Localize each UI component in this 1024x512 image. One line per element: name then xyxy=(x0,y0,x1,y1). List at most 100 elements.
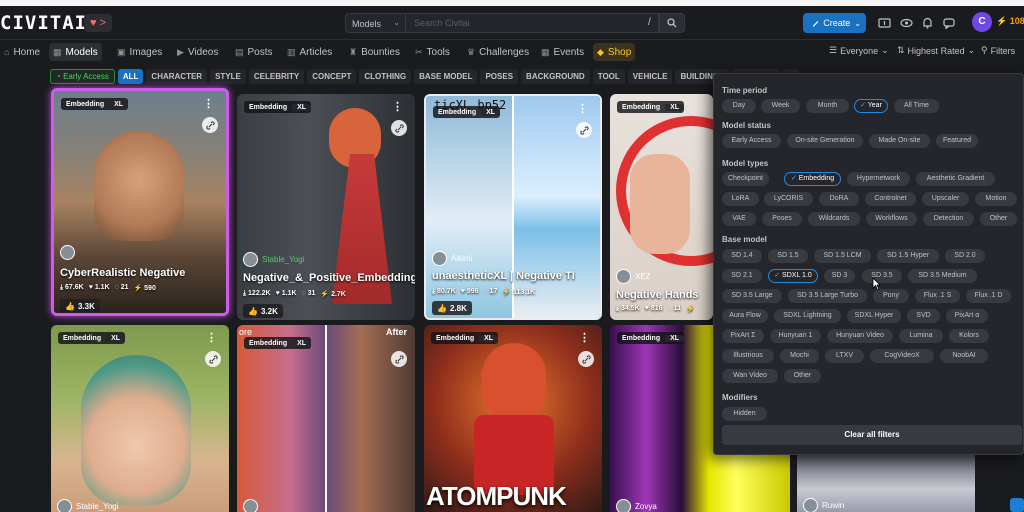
nav-events[interactable]: ▦ Events xyxy=(537,43,588,61)
nav-tools[interactable]: ✂ Tools xyxy=(411,43,454,61)
nav-home[interactable]: ⌂ Home xyxy=(0,43,44,61)
creator-tag[interactable]: Stable_Yogi xyxy=(57,499,118,512)
model-card[interactable]: Embedding XL ⋮ Stable_Yogi Negative_&_Pos… xyxy=(237,94,415,320)
thumbs-up-count[interactable]: 👍 3.2K xyxy=(243,304,283,318)
model-card[interactable]: Embedding XL ⋮ Stable_Yogi xyxy=(51,325,229,512)
filter-base-illustrious[interactable]: Illustrious xyxy=(722,349,774,363)
filter-time-all[interactable]: All Time xyxy=(894,99,939,113)
chip-tool[interactable]: TOOL xyxy=(592,69,625,84)
filters-button[interactable]: ⚲ Filters xyxy=(981,45,1015,56)
creator-tag[interactable]: XEZ xyxy=(616,269,651,284)
filter-base-sdxl-lightning[interactable]: SDXL Lightning xyxy=(774,309,841,323)
chip-vehicle[interactable]: VEHICLE xyxy=(627,69,673,84)
filter-type-lora[interactable]: LoRA xyxy=(722,192,759,206)
link-icon[interactable] xyxy=(391,120,407,136)
nav-articles[interactable]: ▥ Articles xyxy=(283,43,336,61)
search-input[interactable] xyxy=(406,13,659,33)
filter-time-week[interactable]: Week xyxy=(761,99,800,113)
create-button[interactable]: Create ⌄ xyxy=(803,13,866,33)
filter-status-early-access[interactable]: Early Access xyxy=(722,134,781,148)
model-card[interactable]: Ruwin xyxy=(797,446,975,512)
thumbs-up-count[interactable]: 👍 2.8K xyxy=(432,301,472,315)
filter-base-sd21[interactable]: SD 2.1 xyxy=(722,269,762,283)
filter-type-upscaler[interactable]: Upscaler xyxy=(922,192,969,206)
filter-type-poses[interactable]: Poses xyxy=(762,212,802,226)
chip-concept[interactable]: CONCEPT xyxy=(307,69,357,84)
filter-base-sdxl10[interactable]: SDXL 1.0 xyxy=(768,269,818,283)
more-menu-icon[interactable]: ⋮ xyxy=(203,97,214,110)
filter-type-detection[interactable]: Detection xyxy=(923,212,974,226)
chip-celebrity[interactable]: CELEBRITY xyxy=(248,69,305,84)
upload-icon[interactable] xyxy=(876,15,892,31)
model-card[interactable]: ticXL_bp52 Embedding XL ⋮ Aikimi unaesthe… xyxy=(424,94,602,320)
chip-early-access[interactable]: ◔ Early Access xyxy=(50,69,115,84)
filter-base-sd15[interactable]: SD 1.5 xyxy=(768,249,808,263)
filter-type-checkpoint[interactable]: Checkpoint xyxy=(722,172,769,186)
creator-tag[interactable] xyxy=(60,245,75,260)
filter-base-sd20[interactable]: SD 2.0 xyxy=(945,249,985,263)
more-menu-icon[interactable]: ⋮ xyxy=(577,102,588,115)
filter-base-flux1d[interactable]: Flux .1 D xyxy=(966,289,1011,303)
nav-posts[interactable]: ▤ Posts xyxy=(231,43,277,61)
filter-base-pixart-sigma[interactable]: PixArt Σ xyxy=(722,329,764,343)
filter-base-pony[interactable]: Pony xyxy=(873,289,909,303)
filter-status-onsite-generation[interactable]: On-site Generation xyxy=(787,134,863,148)
filter-base-aura-flow[interactable]: Aura Flow xyxy=(722,309,768,323)
nav-videos[interactable]: ▶ Videos xyxy=(173,43,222,61)
chip-clothing[interactable]: CLOTHING xyxy=(359,69,412,84)
chat-icon[interactable] xyxy=(941,15,957,31)
filter-base-mochi[interactable]: Mochi xyxy=(780,349,819,363)
filter-base-lumina[interactable]: Lumina xyxy=(899,329,943,343)
model-card[interactable]: Embedding XL ⋮ CyberRealistic Negative ⤓ … xyxy=(51,88,229,316)
filter-base-hunyuan1[interactable]: Hunyuan 1 xyxy=(770,329,821,343)
nav-images[interactable]: ▣ Images xyxy=(113,43,166,61)
filter-type-aesthetic-gradient[interactable]: Aesthetic Gradient xyxy=(916,172,995,186)
filter-base-sd35-large-turbo[interactable]: SD 3.5 Large Turbo xyxy=(788,289,867,303)
filter-base-hunyuan-video[interactable]: Hunyuan Video xyxy=(827,329,893,343)
link-icon[interactable] xyxy=(205,351,221,367)
filter-type-lycoris[interactable]: LyCORIS xyxy=(764,192,813,206)
support-heart-badge[interactable]: ♥ > xyxy=(84,14,112,32)
user-avatar[interactable]: C xyxy=(972,12,992,32)
filter-base-cogvideox[interactable]: CogVideoX xyxy=(870,349,934,363)
filter-base-sd35-medium[interactable]: SD 3.5 Medium xyxy=(908,269,977,283)
period-select[interactable]: ☰ Everyone ⌄ xyxy=(829,45,889,56)
link-icon[interactable] xyxy=(578,351,594,367)
creator-tag[interactable]: Stable_Yogi xyxy=(243,252,304,267)
filter-type-dora[interactable]: DoRA xyxy=(819,192,859,206)
bell-icon[interactable] xyxy=(919,15,935,31)
filter-base-sdxl-hyper[interactable]: SDXL Hyper xyxy=(847,309,901,323)
more-menu-icon[interactable]: ⋮ xyxy=(392,100,403,113)
more-menu-icon[interactable]: ⋮ xyxy=(579,331,590,344)
chip-style[interactable]: STYLE xyxy=(210,69,246,84)
filter-base-sd3[interactable]: SD 3 xyxy=(824,269,855,283)
filter-type-motion[interactable]: Motion xyxy=(975,192,1017,206)
search-scope-select[interactable]: Models ⌄ xyxy=(345,13,406,33)
filter-base-svd[interactable]: SVD xyxy=(907,309,940,323)
nav-challenges[interactable]: ♛ Challenges xyxy=(463,43,533,61)
civitai-logo[interactable]: CIVITAI xyxy=(0,12,87,34)
filter-time-year[interactable]: Year xyxy=(854,99,888,113)
link-icon[interactable] xyxy=(202,117,218,133)
filter-base-sd35-large[interactable]: SD 3.5 Large xyxy=(722,289,782,303)
creator-tag[interactable] xyxy=(243,499,258,512)
model-card[interactable]: Embedding XL XEZ Negative Hands ⤓ 34.5K ♥ … xyxy=(610,94,713,320)
filter-base-other[interactable]: Other xyxy=(784,369,821,383)
filter-base-noobai[interactable]: NoobAI xyxy=(940,349,988,363)
filter-type-embedding[interactable]: Embedding xyxy=(784,172,841,186)
nav-models[interactable]: ▦ Models xyxy=(49,43,102,61)
model-card[interactable]: ore After Embedding XL xyxy=(237,325,415,512)
filter-type-workflows[interactable]: Workflows xyxy=(866,212,917,226)
filter-modifier-hidden[interactable]: Hidden xyxy=(722,407,767,421)
creator-tag[interactable]: Ruwin xyxy=(803,498,844,512)
filter-type-other[interactable]: Other xyxy=(980,212,1017,226)
filter-base-wan-video[interactable]: Wan Video xyxy=(722,369,778,383)
filter-type-hypernetwork[interactable]: Hypernetwork xyxy=(847,172,910,186)
nav-shop[interactable]: ◆ Shop xyxy=(593,43,636,61)
filter-type-vae[interactable]: VAE xyxy=(722,212,756,226)
filter-base-sd35[interactable]: SD 3.5 xyxy=(862,269,902,283)
filter-base-kolors[interactable]: Kolors xyxy=(949,329,989,343)
clear-all-filters-button[interactable]: Clear all filters xyxy=(722,425,1022,445)
chip-character[interactable]: CHARACTER xyxy=(146,69,208,84)
eye-off-icon[interactable] xyxy=(898,15,914,31)
